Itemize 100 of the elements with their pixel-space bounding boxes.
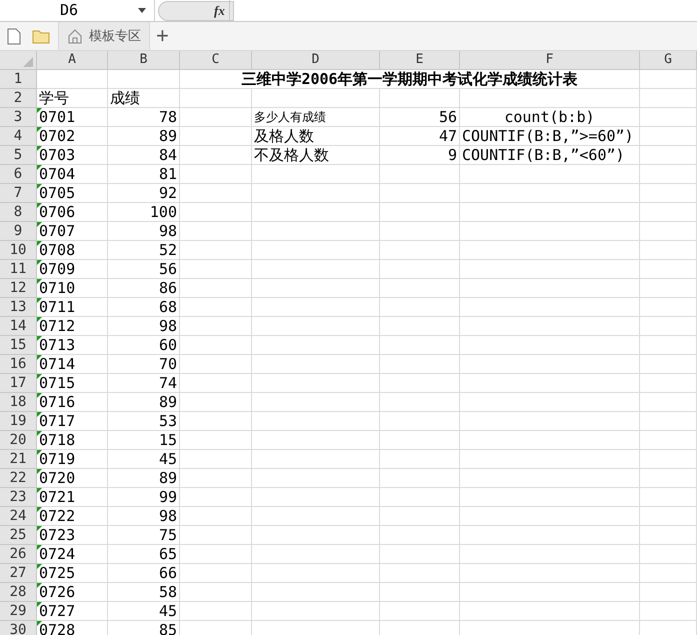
table-cell[interactable] — [460, 260, 640, 279]
table-cell[interactable] — [460, 583, 640, 602]
table-cell[interactable]: 70 — [108, 355, 180, 374]
table-cell[interactable] — [380, 450, 460, 469]
table-cell[interactable] — [252, 89, 380, 108]
row-header[interactable]: 24 — [0, 507, 37, 526]
table-cell[interactable] — [640, 70, 697, 89]
row-header[interactable]: 15 — [0, 336, 37, 355]
table-cell[interactable] — [460, 355, 640, 374]
row-header[interactable]: 2 — [0, 89, 37, 108]
table-cell[interactable] — [380, 431, 460, 450]
table-cell[interactable]: 0705 — [37, 184, 108, 203]
table-cell[interactable] — [180, 298, 252, 317]
table-cell[interactable]: 成绩 — [108, 89, 180, 108]
table-cell[interactable]: 0711 — [37, 298, 108, 317]
table-cell[interactable]: COUNTIF(B:B,”<60”) — [460, 146, 640, 165]
table-cell[interactable] — [252, 507, 380, 526]
table-cell[interactable] — [252, 165, 380, 184]
table-cell[interactable] — [252, 298, 380, 317]
table-cell[interactable] — [380, 526, 460, 545]
table-cell[interactable] — [640, 412, 697, 431]
table-cell[interactable] — [180, 127, 252, 146]
table-cell[interactable] — [180, 241, 252, 260]
table-cell[interactable] — [380, 336, 460, 355]
table-cell[interactable] — [252, 469, 380, 488]
table-cell[interactable] — [180, 165, 252, 184]
column-header[interactable]: G — [640, 51, 697, 70]
table-cell[interactable] — [460, 241, 640, 260]
table-cell[interactable] — [252, 412, 380, 431]
table-cell[interactable] — [180, 450, 252, 469]
row-header[interactable]: 25 — [0, 526, 37, 545]
select-all-button[interactable] — [0, 51, 37, 70]
column-header[interactable]: B — [108, 51, 180, 70]
row-header[interactable]: 16 — [0, 355, 37, 374]
column-header[interactable]: A — [37, 51, 108, 70]
table-cell[interactable] — [460, 184, 640, 203]
table-cell[interactable] — [460, 545, 640, 564]
table-cell[interactable] — [640, 260, 697, 279]
table-cell[interactable] — [640, 108, 697, 127]
table-cell[interactable] — [252, 488, 380, 507]
table-cell[interactable]: 0718 — [37, 431, 108, 450]
table-cell[interactable] — [252, 203, 380, 222]
table-cell[interactable] — [180, 488, 252, 507]
table-cell[interactable]: 15 — [108, 431, 180, 450]
table-cell[interactable]: 0708 — [37, 241, 108, 260]
table-cell[interactable] — [460, 412, 640, 431]
row-header[interactable]: 27 — [0, 564, 37, 583]
table-cell[interactable] — [640, 507, 697, 526]
table-cell[interactable] — [252, 545, 380, 564]
table-cell[interactable] — [460, 298, 640, 317]
table-cell[interactable] — [640, 127, 697, 146]
dropdown-caret-icon[interactable] — [138, 8, 146, 13]
table-cell[interactable] — [380, 545, 460, 564]
table-cell[interactable] — [460, 602, 640, 621]
table-cell[interactable] — [640, 222, 697, 241]
table-cell[interactable]: 0728 — [37, 621, 108, 635]
table-cell[interactable]: 65 — [108, 545, 180, 564]
table-cell[interactable]: 75 — [108, 526, 180, 545]
folder-icon[interactable] — [32, 28, 50, 44]
table-cell[interactable] — [380, 564, 460, 583]
table-cell[interactable] — [380, 317, 460, 336]
table-cell[interactable] — [380, 279, 460, 298]
table-cell[interactable] — [380, 222, 460, 241]
table-cell[interactable] — [640, 431, 697, 450]
table-cell[interactable]: 0707 — [37, 222, 108, 241]
table-cell[interactable]: 99 — [108, 488, 180, 507]
row-header[interactable]: 26 — [0, 545, 37, 564]
table-cell[interactable] — [640, 393, 697, 412]
table-cell[interactable] — [640, 526, 697, 545]
table-cell[interactable] — [640, 545, 697, 564]
table-cell[interactable]: 多少人有成绩 — [252, 108, 380, 127]
table-cell[interactable] — [180, 279, 252, 298]
table-cell[interactable] — [640, 203, 697, 222]
table-cell[interactable] — [252, 602, 380, 621]
row-header[interactable]: 9 — [0, 222, 37, 241]
table-cell[interactable] — [380, 241, 460, 260]
table-cell[interactable] — [640, 146, 697, 165]
table-cell[interactable] — [380, 469, 460, 488]
table-cell[interactable]: 0702 — [37, 127, 108, 146]
table-cell[interactable]: 66 — [108, 564, 180, 583]
table-cell[interactable] — [252, 431, 380, 450]
table-cell[interactable] — [252, 241, 380, 260]
row-header[interactable]: 11 — [0, 260, 37, 279]
table-cell[interactable]: 47 — [380, 127, 460, 146]
table-cell[interactable]: 89 — [108, 393, 180, 412]
table-cell[interactable]: 78 — [108, 108, 180, 127]
table-cell[interactable]: 0726 — [37, 583, 108, 602]
table-cell[interactable] — [640, 241, 697, 260]
new-tab-button[interactable]: + — [156, 25, 169, 47]
table-cell[interactable]: 0709 — [37, 260, 108, 279]
table-cell[interactable] — [460, 317, 640, 336]
table-cell[interactable]: 56 — [380, 108, 460, 127]
table-cell[interactable]: 0710 — [37, 279, 108, 298]
table-cell[interactable] — [180, 108, 252, 127]
table-cell[interactable] — [460, 488, 640, 507]
table-cell[interactable] — [252, 374, 380, 393]
table-cell[interactable] — [640, 374, 697, 393]
row-header[interactable]: 1 — [0, 70, 37, 89]
table-cell[interactable] — [640, 469, 697, 488]
table-cell[interactable]: 0721 — [37, 488, 108, 507]
